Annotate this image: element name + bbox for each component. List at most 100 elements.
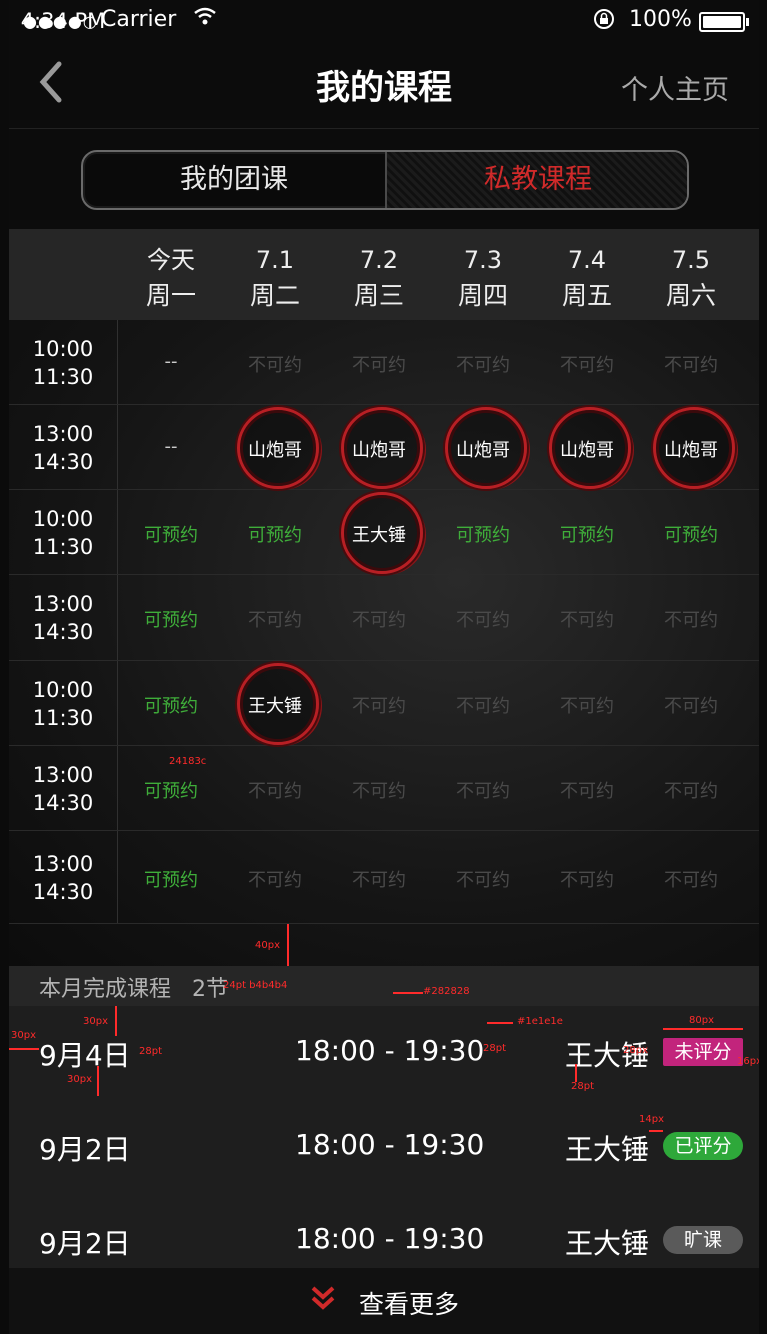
spec-annotation: 28pt (483, 1043, 506, 1054)
slot-start: 13:00 (32, 421, 94, 446)
double-chevron-down-icon (309, 1284, 337, 1312)
day-weekday: 周一 (145, 281, 196, 310)
spec-annotation: 24pt b4b4b4 (223, 980, 288, 991)
available-cell[interactable]: 可预约 (119, 866, 223, 892)
slot-start: 13:00 (32, 592, 94, 616)
available-cell[interactable]: 可预约 (119, 606, 223, 632)
slot-end: 11:30 (32, 364, 94, 389)
available-cell[interactable]: 可预约 (223, 521, 327, 547)
spec-annotation: 30px (11, 1030, 36, 1041)
booked-coach-cell[interactable]: 王大锤 (327, 521, 431, 547)
day-header-0[interactable]: 今天 周一 (119, 243, 223, 313)
day-date: 7.1 (255, 246, 295, 274)
slot-start: 10:00 (32, 506, 94, 531)
rating-status-badge[interactable]: 旷课 (663, 1226, 743, 1254)
available-cell[interactable]: 可预约 (119, 521, 223, 547)
day-header-4[interactable]: 7.4 周五 (535, 243, 639, 313)
day-date: 7.5 (671, 246, 711, 274)
empty-cell: -- (164, 435, 178, 457)
day-weekday: 周四 (457, 281, 508, 310)
day-weekday: 周六 (665, 281, 716, 310)
profile-link[interactable]: 个人主页 (621, 68, 729, 107)
day-header-1[interactable]: 7.1 周二 (223, 243, 327, 313)
unavailable-cell: 不可约 (352, 610, 406, 631)
unavailable-cell: 不可约 (352, 780, 406, 802)
day-weekday: 周三 (353, 281, 404, 310)
booked-coach-cell[interactable]: 山炮哥 (327, 436, 431, 462)
booked-coach-cell[interactable]: 山炮哥 (639, 436, 743, 462)
day-weekday: 周五 (561, 281, 612, 310)
time-slot-label: 10:00 11:30 (9, 335, 117, 391)
spec-line (663, 1028, 743, 1030)
rotation-lock-icon (593, 8, 615, 35)
segmented-control: 我的团课 私教课程 (81, 150, 689, 210)
record-coach: 王大锤 (565, 1133, 650, 1166)
course-record-row[interactable]: 9月2日 18:00 - 19:30 王大锤 旷课 (9, 1194, 759, 1269)
schedule-row: 10:00 11:30 可预约 可预约 王大锤 可预约 可预约 可预约 (9, 490, 759, 575)
day-header-5[interactable]: 7.5 周六 (639, 243, 743, 313)
record-date: 9月4日 (39, 1039, 131, 1072)
spec-annotation: 30px (67, 1074, 92, 1085)
schedule-row: 13:00 14:30 可预约 不可约 不可约 不可约 不可约 不可约 (9, 746, 759, 831)
day-date: 今天 (147, 246, 195, 274)
unavailable-cell: 不可约 (456, 780, 510, 802)
record-time: 18:00 - 19:30 (295, 1222, 485, 1255)
booked-coach-cell[interactable]: 山炮哥 (431, 436, 535, 462)
view-more-button[interactable]: 查看更多 (9, 1268, 759, 1334)
record-date: 9月2日 (39, 1227, 131, 1260)
unavailable-cell: 不可约 (352, 869, 406, 891)
unavailable-cell: 不可约 (560, 869, 614, 891)
spec-annotation: 40px (255, 940, 280, 951)
slot-start: 10:00 (32, 677, 94, 702)
booked-coach-cell[interactable]: 山炮哥 (223, 436, 327, 462)
course-type-segment-bar: 我的团课 私教课程 (9, 130, 759, 228)
available-cell[interactable]: 可预约 (639, 521, 743, 547)
schedule-row: 13:00 14:30 可预约 不可约 不可约 不可约 不可约 不可约 (9, 831, 759, 924)
spec-line (115, 1006, 117, 1036)
booked-coach-cell[interactable]: 山炮哥 (535, 436, 639, 462)
wifi-icon (193, 6, 217, 31)
available-cell[interactable]: 可预约 (119, 692, 223, 718)
time-slot-label: 13:00 14:30 (9, 590, 117, 646)
spec-line (97, 1066, 99, 1096)
schedule-row: 13:00 14:30 可预约 不可约 不可约 不可约 不可约 不可约 (9, 575, 759, 661)
day-date: 7.4 (567, 246, 607, 274)
spec-line (649, 1130, 663, 1132)
available-cell[interactable]: 可预约 (431, 521, 535, 547)
rating-status-badge[interactable]: 未评分 (663, 1038, 743, 1066)
record-date: 9月2日 (39, 1133, 131, 1166)
spec-annotation: 28px (623, 1045, 648, 1056)
spec-line (575, 1064, 577, 1082)
app-screen: ●●●●○ Carrier 4:34 PM 100% 我的课程 个人主页 我的团… (9, 0, 759, 1334)
slot-start: 13:00 (32, 762, 94, 787)
tab-private-class[interactable]: 私教课程 (385, 152, 687, 208)
day-header-2[interactable]: 7.2 周三 (327, 243, 431, 313)
grid-bottom-spacer (9, 924, 759, 966)
spec-annotation: #282828 (423, 986, 470, 997)
record-time: 18:00 - 19:30 (295, 1034, 485, 1067)
time-slot-label: 13:00 14:30 (9, 850, 117, 906)
spec-line (9, 1048, 39, 1050)
time-slot-label: 13:00 14:30 (9, 420, 117, 476)
unavailable-cell: 不可约 (352, 695, 406, 717)
day-header-3[interactable]: 7.3 周四 (431, 243, 535, 313)
unavailable-cell: 不可约 (248, 610, 302, 631)
unavailable-cell: 不可约 (560, 780, 614, 802)
spec-annotation: 16px (737, 1056, 759, 1067)
available-cell[interactable]: 可预约 (119, 777, 223, 803)
unavailable-cell: 不可约 (248, 354, 302, 376)
day-date: 7.3 (463, 246, 503, 274)
rating-status-badge[interactable]: 已评分 (663, 1132, 743, 1160)
slot-start: 13:00 (32, 851, 94, 876)
schedule-header: 今天 周一 7.1 周二 7.2 周三 7.3 周四 7.4 周五 7.5 周六 (9, 229, 759, 320)
slot-end: 14:30 (32, 790, 94, 815)
time-slot-label: 10:00 11:30 (9, 676, 117, 732)
spec-annotation: 24183c (169, 756, 207, 767)
available-cell[interactable]: 可预约 (535, 521, 639, 547)
schedule-grid: 10:00 11:30 -- 不可约 不可约 不可约 不可约 不可约 13:00 14:30 -- 山… (9, 320, 759, 966)
slot-end: 14:30 (32, 449, 94, 474)
unavailable-cell: 不可约 (352, 354, 406, 376)
tab-group-class[interactable]: 我的团课 (83, 152, 385, 208)
unavailable-cell: 不可约 (664, 354, 718, 376)
booked-coach-cell[interactable]: 王大锤 (223, 692, 327, 718)
